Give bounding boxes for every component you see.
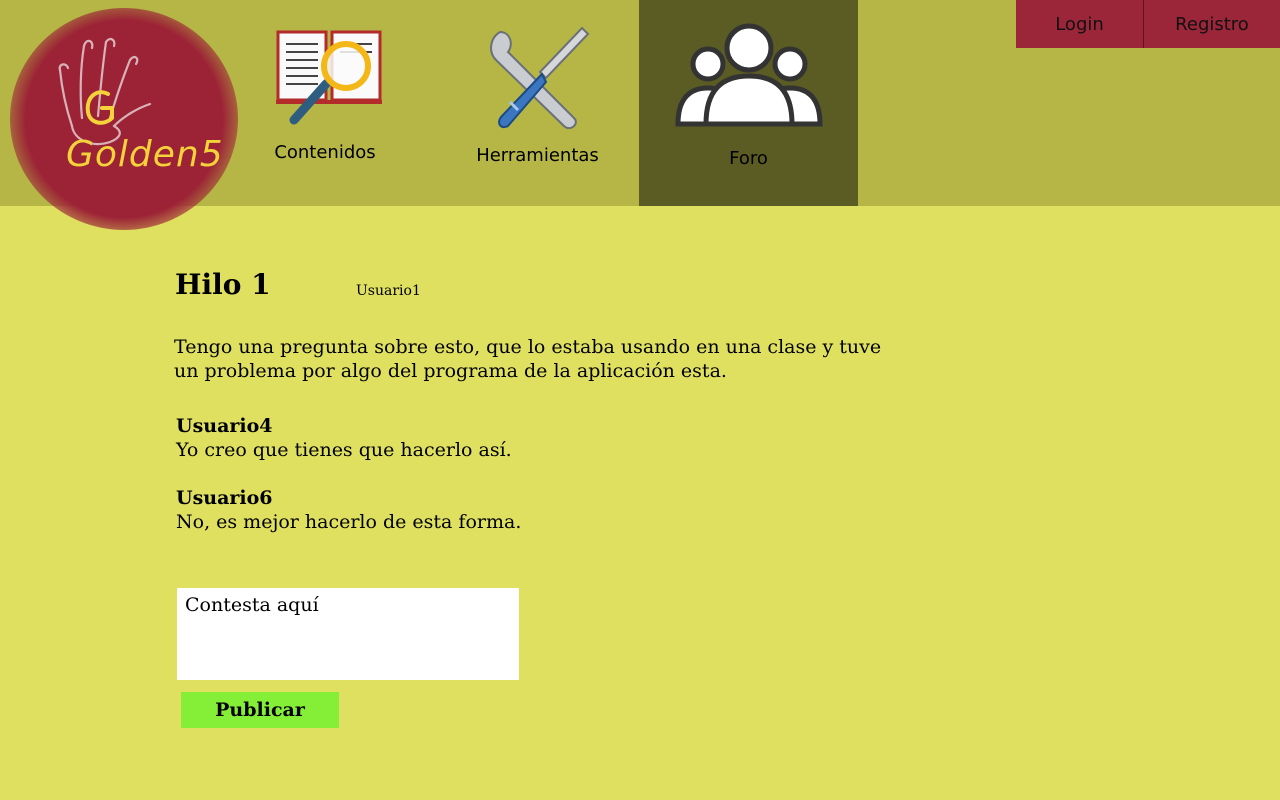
reply-textarea[interactable] xyxy=(177,588,519,680)
reply-author: Usuario6 xyxy=(176,487,273,509)
thread-author: Usuario1 xyxy=(356,283,421,299)
golden5-logo[interactable]: Golden5 xyxy=(10,8,238,230)
tools-icon xyxy=(490,26,590,130)
reply-item: Usuario6 No, es mejor hacerlo de esta fo… xyxy=(176,486,521,534)
book-magnifier-icon xyxy=(276,30,382,125)
login-button[interactable]: Login xyxy=(1016,0,1144,48)
thread-body: Tengo una pregunta sobre esto, que lo es… xyxy=(174,336,882,382)
logo-text: Golden5 xyxy=(66,134,224,175)
publish-button[interactable]: Publicar xyxy=(181,692,339,728)
nav-label-herramientas: Herramientas xyxy=(476,145,599,166)
nav-item-foro[interactable]: Foro xyxy=(639,0,858,206)
nav-item-herramientas[interactable]: Herramientas xyxy=(455,0,620,206)
nav-label-contenidos: Contenidos xyxy=(274,142,376,163)
reply-text: Yo creo que tienes que hacerlo así. xyxy=(176,439,512,461)
reply-author: Usuario4 xyxy=(176,415,273,437)
top-header: Golden5 Contenidos Herramientas Foro Log… xyxy=(0,0,1280,230)
reply-text: No, es mejor hacerlo de esta forma. xyxy=(176,511,522,533)
users-group-icon xyxy=(675,23,823,127)
thread-title: Hilo 1 xyxy=(175,268,271,301)
nav-label-foro: Foro xyxy=(729,148,768,169)
register-button[interactable]: Registro xyxy=(1144,0,1280,48)
hand-logo-icon xyxy=(58,37,152,146)
reply-item: Usuario4 Yo creo que tienes que hacerlo … xyxy=(176,414,512,462)
nav-item-contenidos[interactable]: Contenidos xyxy=(250,0,400,206)
